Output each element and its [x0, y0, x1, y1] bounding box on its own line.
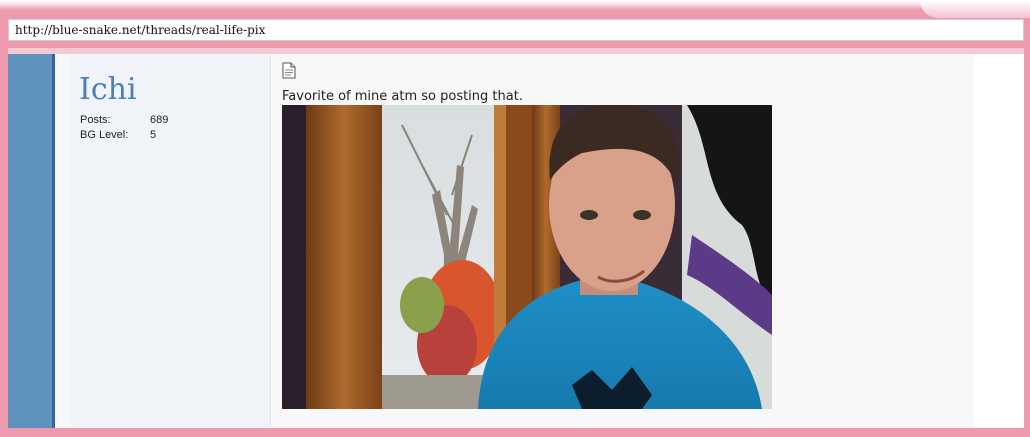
document-icon[interactable] — [282, 62, 296, 79]
window-corner — [920, 0, 1030, 18]
page-gutter — [55, 54, 70, 428]
post-text: Favorite of mine atm so posting that. — [282, 89, 523, 104]
address-bar[interactable]: http://blue-snake.net/threads/real-life-… — [8, 19, 1024, 41]
user-info-panel: Ichi Posts: 689 BG Level: 5 — [70, 54, 271, 428]
stat-value: 5 — [150, 129, 157, 141]
stat-label: BG Level: — [80, 129, 129, 141]
stat-bg-level: BG Level: 5 — [80, 129, 168, 144]
username-link[interactable]: Ichi — [79, 72, 137, 107]
post-photo[interactable] — [282, 105, 772, 409]
stat-label: Posts: — [80, 114, 111, 126]
page-viewport: Ichi Posts: 689 BG Level: 5 Favorite of … — [8, 48, 1024, 428]
post-content: Favorite of mine atm so posting that. — [271, 54, 974, 428]
window-top-edge — [0, 0, 1030, 10]
user-stats: Posts: 689 BG Level: 5 — [80, 114, 168, 144]
left-sidebar-strip — [8, 54, 52, 428]
stat-value: 689 — [150, 114, 169, 126]
stat-posts: Posts: 689 — [80, 114, 168, 129]
